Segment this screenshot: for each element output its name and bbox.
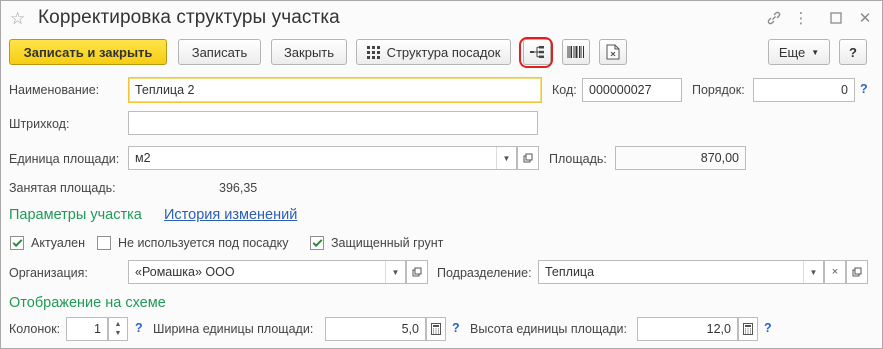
- maximize-icon[interactable]: [825, 7, 847, 29]
- area-label: Площадь:: [549, 152, 607, 166]
- order-help-icon[interactable]: ?: [860, 82, 868, 96]
- unit-height-help-icon[interactable]: ?: [764, 321, 772, 335]
- chevron-down-icon[interactable]: ▼: [115, 329, 122, 338]
- unit-width-input[interactable]: 5,0: [325, 317, 426, 341]
- organization-label: Организация:: [9, 266, 88, 280]
- area-input[interactable]: 870,00: [615, 146, 746, 170]
- occupied-area-label: Занятая площадь:: [9, 181, 116, 195]
- unit-height-label: Высота единицы площади:: [470, 322, 627, 336]
- barcode-icon: [567, 46, 584, 58]
- more-label: Еще: [778, 44, 806, 60]
- protected-ground-checkbox[interactable]: [310, 236, 324, 250]
- area-unit-label: Единица площади:: [9, 152, 120, 166]
- document-cancel-icon: [606, 44, 620, 60]
- more-dropdown-button[interactable]: Еще ▼: [768, 39, 830, 65]
- checkmark-icon: [312, 236, 322, 247]
- save-button[interactable]: Записать: [178, 39, 261, 65]
- chevron-down-icon[interactable]: ▼: [803, 261, 823, 283]
- grid-icon: [366, 45, 380, 59]
- document-report-button[interactable]: [599, 39, 627, 65]
- department-value: Теплица: [545, 265, 595, 279]
- favorite-star-icon[interactable]: ☆: [10, 9, 25, 29]
- calculator-icon[interactable]: [426, 317, 446, 341]
- highlight-circle: [519, 37, 553, 68]
- planting-structure-button[interactable]: Структура посадок: [356, 39, 511, 65]
- active-label: Актуален: [31, 236, 86, 250]
- area-unit-select[interactable]: м2 ▼: [128, 146, 517, 170]
- protected-ground-label: Защищенный грунт: [331, 236, 444, 250]
- chevron-up-icon[interactable]: ▲: [115, 320, 122, 329]
- area-unit-value: м2: [135, 151, 151, 165]
- columns-stepper[interactable]: ▲ ▼: [108, 317, 128, 341]
- window-title: Корректировка структуры участка: [38, 7, 340, 28]
- barcode-label: Штрихкод:: [9, 117, 70, 131]
- save-and-close-button[interactable]: Записать и закрыть: [9, 39, 167, 65]
- organization-value: «Ромашка» ООО: [135, 265, 235, 279]
- chevron-down-icon: ▼: [811, 47, 820, 57]
- more-actions-icon[interactable]: ⋮: [790, 7, 812, 29]
- clear-icon[interactable]: ×: [824, 260, 846, 284]
- section-params: Параметры участка: [9, 207, 142, 223]
- section-display: Отображение на схеме: [9, 295, 166, 311]
- open-icon[interactable]: [406, 260, 428, 284]
- close-icon[interactable]: ✕: [854, 7, 876, 29]
- open-icon[interactable]: [846, 260, 868, 284]
- calculator-icon[interactable]: [738, 317, 758, 341]
- name-input[interactable]: Теплица 2: [128, 77, 542, 103]
- not-used-label: Не используется под посадку: [118, 236, 289, 250]
- form-window: ☆ Корректировка структуры участка ⋮ ✕ За…: [0, 0, 883, 349]
- unit-width-label: Ширина единицы площади:: [153, 322, 314, 336]
- open-icon[interactable]: [517, 146, 539, 170]
- chevron-down-icon[interactable]: ▼: [385, 261, 405, 283]
- barcode-input[interactable]: [128, 111, 538, 135]
- close-button[interactable]: Закрыть: [271, 39, 347, 65]
- code-input[interactable]: 000000027: [582, 78, 682, 102]
- department-select[interactable]: Теплица ▼: [538, 260, 824, 284]
- checkmark-icon: [12, 236, 22, 247]
- link-icon[interactable]: [763, 7, 785, 29]
- not-used-checkbox[interactable]: [97, 236, 111, 250]
- history-link[interactable]: История изменений: [164, 207, 297, 223]
- order-input[interactable]: 0: [753, 78, 855, 102]
- organization-select[interactable]: «Ромашка» ООО ▼: [128, 260, 406, 284]
- code-label: Код:: [552, 83, 577, 97]
- help-button[interactable]: ?: [839, 39, 867, 65]
- order-label: Порядок:: [692, 83, 745, 97]
- barcode-button[interactable]: [562, 39, 590, 65]
- chevron-down-icon[interactable]: ▼: [496, 147, 516, 169]
- name-label: Наименование:: [9, 83, 100, 97]
- unit-height-input[interactable]: 12,0: [637, 317, 738, 341]
- active-checkbox[interactable]: [10, 236, 24, 250]
- department-label: Подразделение:: [437, 266, 532, 280]
- columns-input[interactable]: 1: [66, 317, 108, 341]
- planting-structure-label: Структура посадок: [386, 44, 501, 60]
- columns-help-icon[interactable]: ?: [135, 321, 143, 335]
- occupied-area-value: 396,35: [219, 181, 258, 195]
- unit-width-help-icon[interactable]: ?: [452, 321, 460, 335]
- columns-label: Колонок:: [9, 322, 61, 336]
